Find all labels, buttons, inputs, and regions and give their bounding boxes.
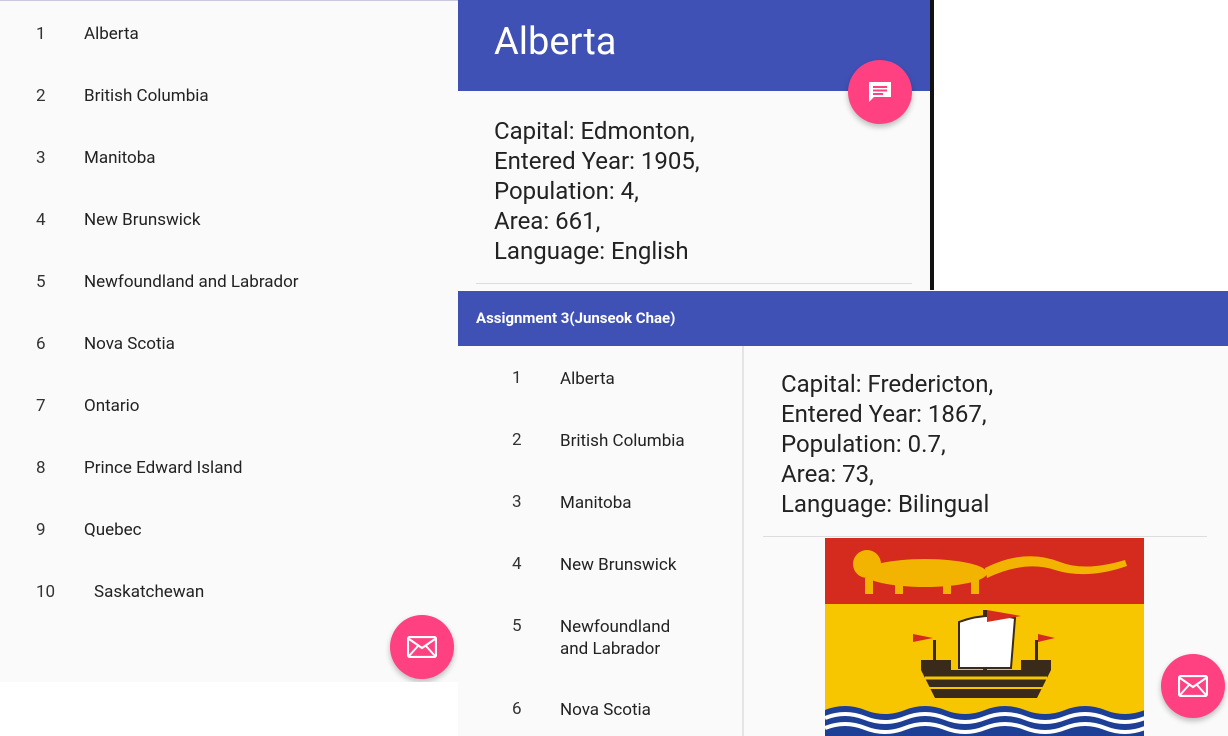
list-item-number: 4 (512, 554, 522, 574)
province-list-screen: 1 Alberta 2 British Columbia 3 Manitoba … (0, 0, 458, 682)
email-icon (407, 636, 437, 658)
list-item-number: 5 (512, 616, 522, 636)
list-item-number: 9 (36, 520, 46, 540)
list-item-name: Saskatchewan (94, 582, 205, 602)
list-item-number: 8 (36, 458, 46, 478)
list-item-number: 6 (36, 334, 46, 354)
email-fab-button[interactable] (390, 615, 454, 679)
new-brunswick-flag (825, 538, 1144, 736)
list-item[interactable]: 1 Alberta (0, 2, 458, 64)
list-item-name: Prince Edward Island (84, 458, 243, 478)
info-area: Area: 661, (494, 207, 601, 235)
list-item-number: 10 (36, 582, 56, 602)
list-item-name: Manitoba (560, 493, 632, 513)
list-item-name: New Brunswick (84, 210, 201, 230)
list-item-name: Ontario (84, 396, 140, 416)
list-item[interactable]: 4 New Brunswick (0, 188, 458, 250)
info-entered-year: Entered Year: 1867, (781, 400, 987, 428)
list-item-number: 5 (36, 272, 46, 292)
list-item-number: 3 (36, 148, 46, 168)
list-item-name: Quebec (84, 520, 142, 540)
info-area: Area: 73, (781, 460, 874, 488)
list-item[interactable]: 2 British Columbia (0, 64, 458, 126)
list-item[interactable]: 10 Saskatchewan (0, 560, 458, 622)
list-item-number: 7 (36, 396, 46, 416)
email-fab-button[interactable] (1161, 654, 1225, 718)
list-item-name: British Columbia (84, 86, 209, 106)
list-item-name: British Columbia (560, 431, 685, 451)
list-item-name: Alberta (560, 369, 615, 389)
list-item-name: New Brunswick (560, 555, 677, 575)
list-item-number: 6 (512, 699, 522, 719)
list-item[interactable]: 3 Manitoba (0, 126, 458, 188)
list-item-name: Nova Scotia (84, 334, 175, 354)
info-entered-year: Entered Year: 1905, (494, 147, 700, 175)
info-language: Language: Bilingual (781, 490, 990, 518)
list-item[interactable]: 5 Newfoundland and Labrador (0, 250, 458, 312)
list-item-name: Newfoundland and Labrador (560, 617, 671, 659)
list-item[interactable]: 6 Nova Scotia (0, 312, 458, 374)
message-fab-button[interactable] (848, 60, 912, 124)
list-item-number: 2 (512, 430, 522, 450)
list-item-number: 3 (512, 492, 522, 512)
info-population: Population: 4, (494, 177, 639, 205)
list-item-name: Manitoba (84, 148, 156, 168)
message-icon (869, 82, 891, 102)
tablet-screen: Assignment 3(Junseok Chae) 1 Alberta 2 B… (458, 291, 1228, 736)
info-capital: Capital: Edmonton, (494, 117, 695, 145)
list-item-number: 2 (36, 86, 46, 106)
app-title: Assignment 3(Junseok Chae) (476, 309, 676, 327)
divider (476, 283, 912, 284)
divider (763, 536, 1207, 537)
list-item[interactable]: 9 Quebec (0, 498, 458, 560)
list-item-number: 1 (512, 368, 522, 388)
pane-divider (742, 346, 744, 736)
screen-edge (930, 0, 934, 290)
list-item[interactable]: 8 Prince Edward Island (0, 436, 458, 498)
list-item-number: 4 (36, 210, 46, 230)
info-capital: Capital: Fredericton, (781, 370, 994, 398)
list-item-name: Alberta (84, 24, 139, 44)
list-item-name: Nova Scotia (560, 700, 651, 720)
info-language: Language: English (494, 237, 689, 265)
info-population: Population: 0.7, (781, 430, 946, 458)
province-info: Capital: Edmonton, Entered Year: 1905, P… (494, 116, 700, 266)
province-info: Capital: Fredericton, Entered Year: 1867… (781, 369, 993, 519)
list-item[interactable]: 7 Ontario (0, 374, 458, 436)
province-detail-screen: Alberta Capital: Edmonton, Entered Year:… (458, 0, 934, 290)
detail-title: Alberta (494, 20, 617, 64)
email-icon (1178, 675, 1208, 697)
list-item-name: Newfoundland and Labrador (84, 272, 299, 292)
list-item-number: 1 (36, 24, 46, 44)
tablet-app-bar: Assignment 3(Junseok Chae) (458, 291, 1228, 346)
